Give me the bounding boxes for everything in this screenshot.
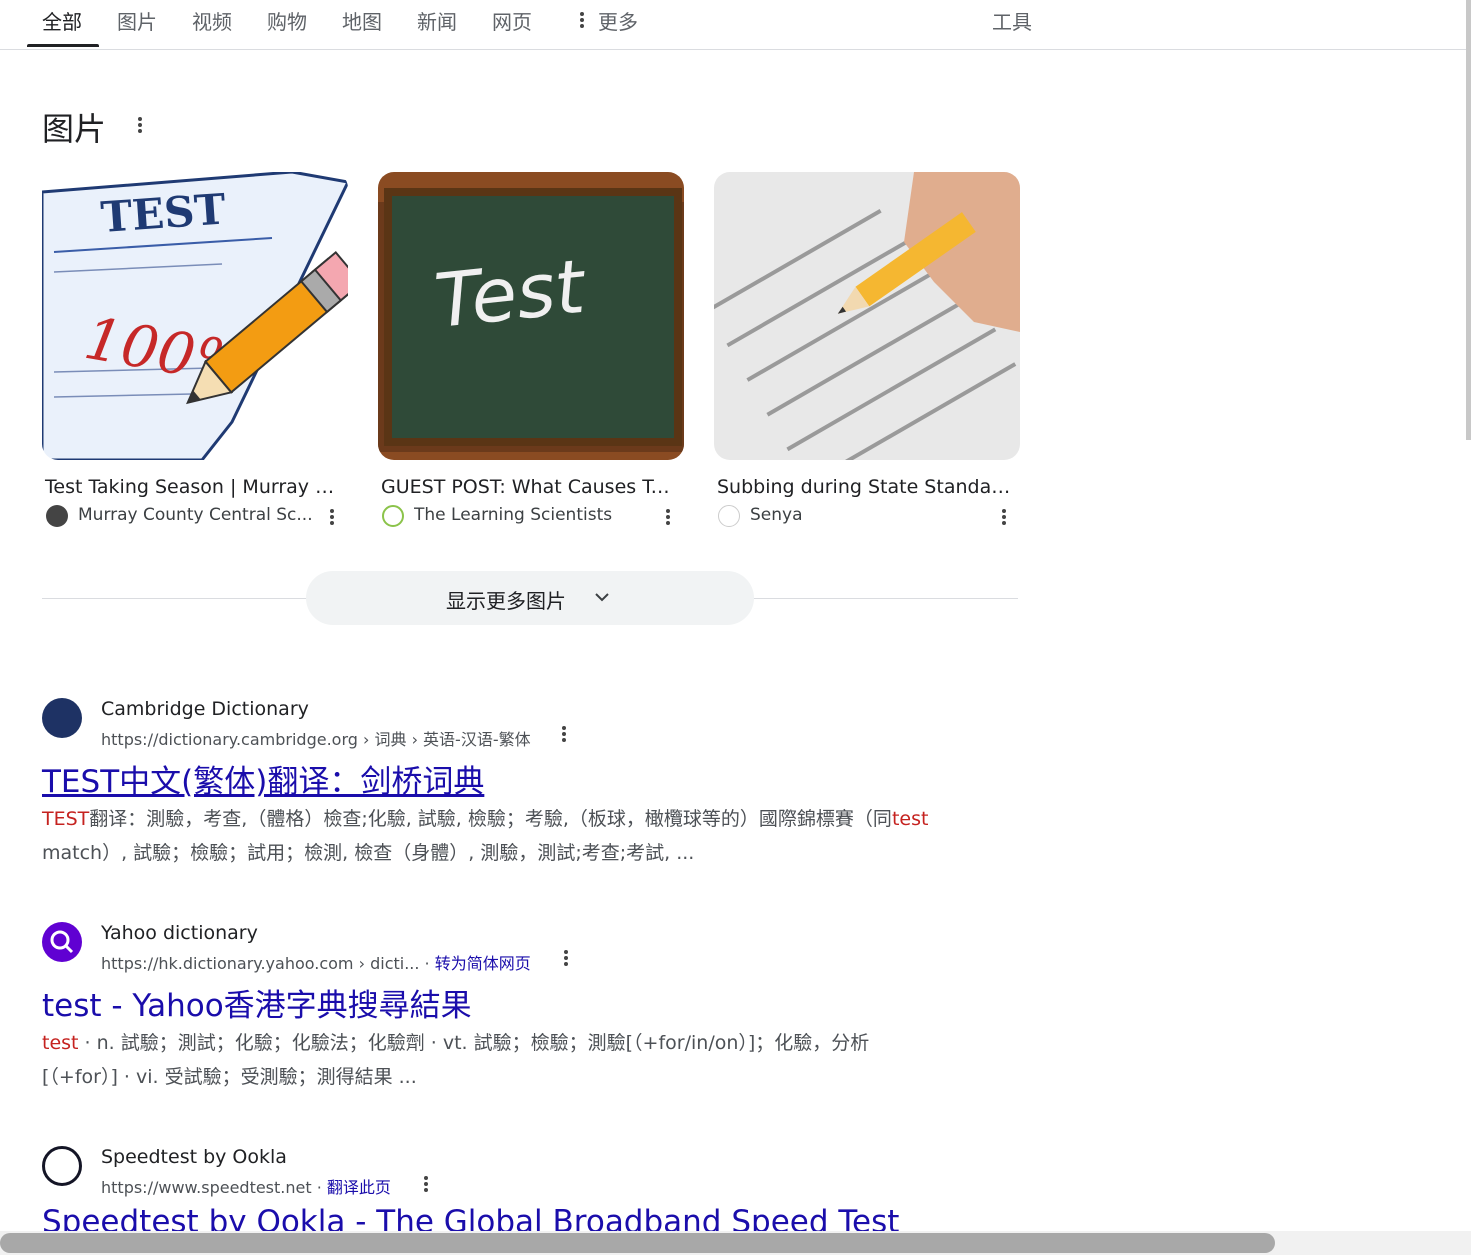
tab-videos[interactable]: 视频	[192, 6, 232, 35]
tab-web[interactable]: 网页	[492, 6, 532, 35]
image-card[interactable]: TEST 100% Test Taking Season | Murray Co…	[42, 172, 348, 530]
result-title-link[interactable]: test - Yahoo香港字典搜尋結果	[42, 980, 472, 1025]
search-tabs: 全部 图片 视频 购物 地图 新闻 网页 更多 工具	[0, 0, 1471, 50]
result-title-link[interactable]: Speedtest by Ookla - The Global Broadban…	[42, 1204, 899, 1231]
url-text[interactable]: https://www.speedtest.net	[101, 1178, 312, 1197]
translate-simplified-link[interactable]: 转为简体网页	[435, 954, 531, 973]
source-favicon	[46, 505, 68, 527]
show-more-images-button[interactable]: 显示更多图片	[306, 571, 754, 625]
url-text[interactable]: https://hk.dictionary.yahoo.com › dicti.…	[101, 954, 419, 973]
more-icon	[576, 10, 588, 30]
tab-news[interactable]: 新闻	[417, 6, 457, 35]
active-tab-indicator	[27, 44, 99, 47]
tab-shopping[interactable]: 购物	[267, 6, 307, 35]
tab-all[interactable]: 全部	[42, 6, 82, 35]
result-snippet: test · n. 試驗；測試；化驗；化驗法；化驗劑 · vt. 試驗；檢驗；測…	[42, 1026, 942, 1094]
tab-more[interactable]: 更多	[598, 6, 638, 35]
image-thumbnail[interactable]: Test	[378, 172, 684, 460]
search-result: Speedtest by Ookla https://www.speedtest…	[42, 1146, 942, 1231]
result-title-link[interactable]: TEST中文(繁体)翻译：剑桥词典	[42, 756, 484, 801]
image-caption[interactable]: GUEST POST: What Causes Test Anxiety	[378, 476, 678, 498]
source-favicon	[718, 505, 740, 527]
search-result: Yahoo dictionary https://hk.dictionary.y…	[42, 922, 942, 1102]
tools-button[interactable]: 工具	[992, 6, 1032, 35]
image-caption[interactable]: Test Taking Season | Murray County Centr…	[42, 476, 342, 498]
image-thumbnail[interactable]: TEST 100%	[42, 172, 348, 460]
speedtest-favicon	[42, 1146, 82, 1186]
snippet-text: · n. 試驗；測試；化驗；化驗法；化驗劑 · vt. 試驗；檢驗；測驗[（+f…	[42, 1032, 870, 1088]
cambridge-favicon	[42, 698, 82, 738]
result-snippet: TEST翻译：測驗，考查,（體格）檢查;化驗, 試驗, 檢驗；考驗,（板球，橄欖…	[42, 802, 942, 870]
image-thumbnail[interactable]	[714, 172, 1020, 460]
snippet-highlight: TEST	[42, 808, 90, 830]
vertical-scrollbar[interactable]	[1466, 0, 1471, 440]
chevron-down-icon	[595, 593, 609, 602]
result-url[interactable]: https://www.speedtest.net · 翻译此页	[101, 1174, 391, 1198]
image-caption[interactable]: Subbing during State Standardized Testin…	[714, 476, 1014, 498]
image-source[interactable]: Murray County Central Sc...	[78, 505, 318, 525]
result-url[interactable]: https://hk.dictionary.yahoo.com › dicti.…	[101, 950, 531, 974]
result-options-icon[interactable]	[560, 948, 572, 968]
result-url[interactable]: https://dictionary.cambridge.org › 词典 › …	[101, 726, 531, 750]
show-more-label: 显示更多图片	[446, 589, 566, 613]
image-source[interactable]: Senya	[750, 505, 990, 525]
thumb-test-text: Test	[431, 243, 591, 344]
image-card[interactable]: Subbing during State Standardized Testin…	[714, 172, 1020, 530]
yahoo-favicon	[42, 922, 82, 962]
snippet-text: 翻译：測驗，考查,（體格）檢查;化驗, 試驗, 檢驗；考驗,（板球，橄欖球等的）…	[89, 808, 892, 830]
images-heading: 图片	[42, 110, 107, 148]
card-options-icon[interactable]	[326, 507, 338, 527]
image-card[interactable]: Test GUEST POST: What Causes Test Anxiet…	[378, 172, 684, 530]
source-favicon	[382, 505, 404, 527]
horizontal-scrollbar-thumb[interactable]	[0, 1233, 1275, 1253]
search-icon	[50, 930, 74, 954]
result-site-name[interactable]: Yahoo dictionary	[101, 922, 258, 944]
result-options-icon[interactable]	[420, 1174, 432, 1194]
translate-page-link[interactable]: 翻译此页	[327, 1178, 391, 1197]
tab-images[interactable]: 图片	[117, 6, 157, 35]
snippet-highlight: test	[42, 1032, 79, 1054]
snippet-highlight: test	[891, 808, 929, 830]
snippet-text: match）, 試驗；檢驗；試用；檢測, 檢查（身體）, 測驗，測試;考查;考試…	[42, 842, 695, 864]
card-options-icon[interactable]	[998, 507, 1010, 527]
thumb-test-text: TEST	[99, 184, 227, 242]
result-options-icon[interactable]	[558, 724, 570, 744]
result-site-name[interactable]: Speedtest by Ookla	[101, 1146, 287, 1168]
tab-maps[interactable]: 地图	[342, 6, 382, 35]
image-source[interactable]: The Learning Scientists	[414, 505, 654, 525]
card-options-icon[interactable]	[662, 507, 674, 527]
search-result: Cambridge Dictionary https://dictionary.…	[42, 698, 942, 878]
result-site-name[interactable]: Cambridge Dictionary	[101, 698, 309, 720]
images-options-icon[interactable]	[134, 115, 146, 135]
